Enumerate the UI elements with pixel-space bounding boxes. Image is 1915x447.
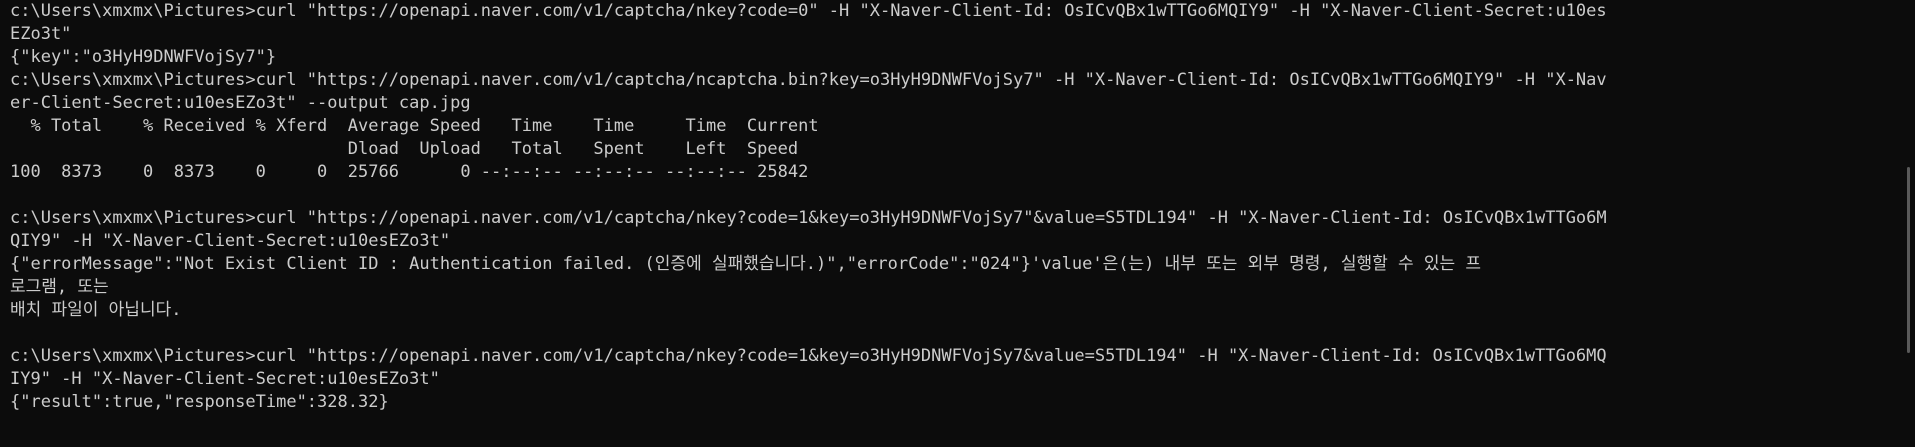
terminal-line: EZo3t"	[10, 24, 72, 44]
terminal-line: QIY9" -H "X-Naver-Client-Secret:u10esEZo…	[10, 231, 451, 251]
terminal-output[interactable]: c:\Users\xmxmx\Pictures>curl "https://op…	[0, 0, 1900, 447]
terminal-line: 100 8373 0 8373 0 0 25766 0 --:--:-- --:…	[10, 162, 809, 182]
terminal-line: {"errorMessage":"Not Exist Client ID : A…	[10, 254, 1482, 274]
terminal-line: {"result":true,"responseTime":328.32}	[10, 392, 389, 412]
terminal-line: IY9" -H "X-Naver-Client-Secret:u10esEZo3…	[10, 369, 440, 389]
terminal-line: er-Client-Secret:u10esEZo3t" --output ca…	[10, 93, 471, 113]
vertical-scrollbar[interactable]	[1900, 0, 1915, 447]
terminal-line: c:\Users\xmxmx\Pictures>curl "https://op…	[10, 208, 1607, 228]
terminal-line: c:\Users\xmxmx\Pictures>curl "https://op…	[10, 346, 1607, 366]
terminal-line: c:\Users\xmxmx\Pictures>curl "https://op…	[10, 70, 1607, 90]
terminal-line: % Total % Received % Xferd Average Speed…	[10, 116, 819, 136]
terminal-line: c:\Users\xmxmx\Pictures>curl "https://op…	[10, 1, 1607, 21]
scrollbar-thumb[interactable]	[1907, 167, 1910, 353]
terminal-line: 로그램, 또는	[10, 277, 109, 297]
terminal-line: {"key":"o3HyH9DNWFVojSy7"}	[10, 47, 277, 67]
terminal-line: 배치 파일이 아닙니다.	[10, 300, 182, 320]
terminal-line: Dload Upload Total Spent Left Speed	[10, 139, 799, 159]
